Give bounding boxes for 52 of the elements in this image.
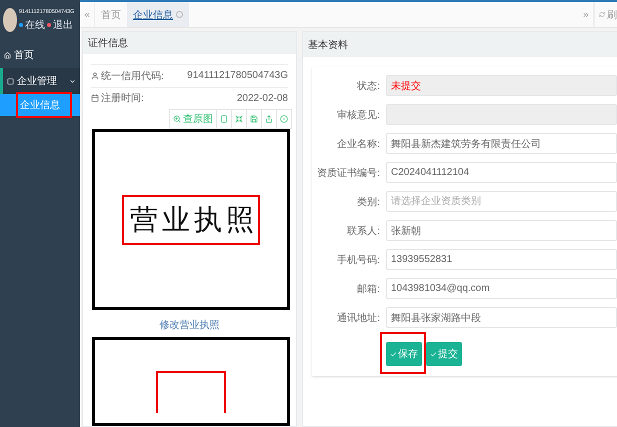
online-dot — [19, 22, 23, 26]
input-field[interactable]: 张新朝 — [386, 220, 617, 241]
nav-item[interactable]: 首页 — [0, 42, 80, 68]
save-icon — [250, 115, 258, 124]
field-label: 类别: — [356, 196, 380, 208]
page-tab[interactable]: 企业信息 — [127, 2, 189, 27]
input-field[interactable]: 舞阳县张家湖路中段 — [386, 307, 617, 328]
target-icon — [280, 115, 288, 124]
panel-title: 证件信息 — [83, 32, 296, 54]
close-icon[interactable] — [176, 11, 183, 18]
field-label: 注册时间: — [101, 92, 144, 106]
highlight-frame — [156, 371, 226, 414]
input-field[interactable]: 舞阳县新杰建筑劳务有限责任公司 — [386, 133, 617, 154]
person-icon — [91, 72, 99, 80]
shrink-icon — [235, 115, 243, 124]
check-icon — [390, 350, 397, 358]
double-chevron-right-icon — [582, 10, 590, 18]
input-field[interactable]: C2024041112104 — [386, 162, 617, 183]
readonly-field[interactable]: 未提交 — [386, 75, 617, 96]
field-label: 通讯地址: — [336, 312, 380, 324]
logout-dot — [47, 22, 51, 26]
panel-title: 基本资料 — [303, 32, 617, 57]
field-label: 手机号码: — [336, 254, 380, 266]
share-icon — [265, 115, 273, 124]
input-field[interactable]: 13939552831 — [386, 249, 617, 270]
check-icon — [430, 350, 437, 358]
home-icon — [4, 52, 11, 58]
field-label: 状态: — [356, 80, 380, 92]
highlight-frame — [16, 92, 72, 118]
nav-group[interactable]: 企业管理 — [0, 68, 80, 94]
license-caption: 营业执照 — [122, 194, 260, 245]
zoom-in-icon — [173, 115, 181, 124]
change-license-link[interactable]: 修改营业执照 — [160, 318, 220, 332]
field-label: 审核意见: — [336, 108, 380, 122]
avatar — [3, 8, 17, 32]
phone-icon — [220, 115, 228, 124]
field-label: 统一信用代码: — [101, 70, 164, 83]
double-chevron-left-icon — [83, 10, 91, 18]
field-label: 资质证书编号: — [316, 166, 380, 180]
chevron-icon — [69, 78, 76, 84]
logout-link[interactable]: 退出 — [53, 18, 73, 32]
status-text: 在线 — [25, 18, 45, 32]
field-value: 91411121780504743G — [187, 70, 288, 82]
input-field[interactable]: 请选择企业资质类别 — [386, 191, 617, 212]
refresh-icon — [599, 11, 605, 18]
input-field[interactable]: 1043981034@qq.com — [386, 278, 617, 299]
field-label: 联系人: — [346, 224, 380, 238]
field-label: 企业名称: — [336, 138, 380, 150]
readonly-field[interactable] — [386, 104, 617, 125]
calendar-icon — [91, 94, 99, 102]
field-label: 邮箱: — [356, 282, 380, 296]
field-value: 2022-02-08 — [236, 92, 288, 104]
